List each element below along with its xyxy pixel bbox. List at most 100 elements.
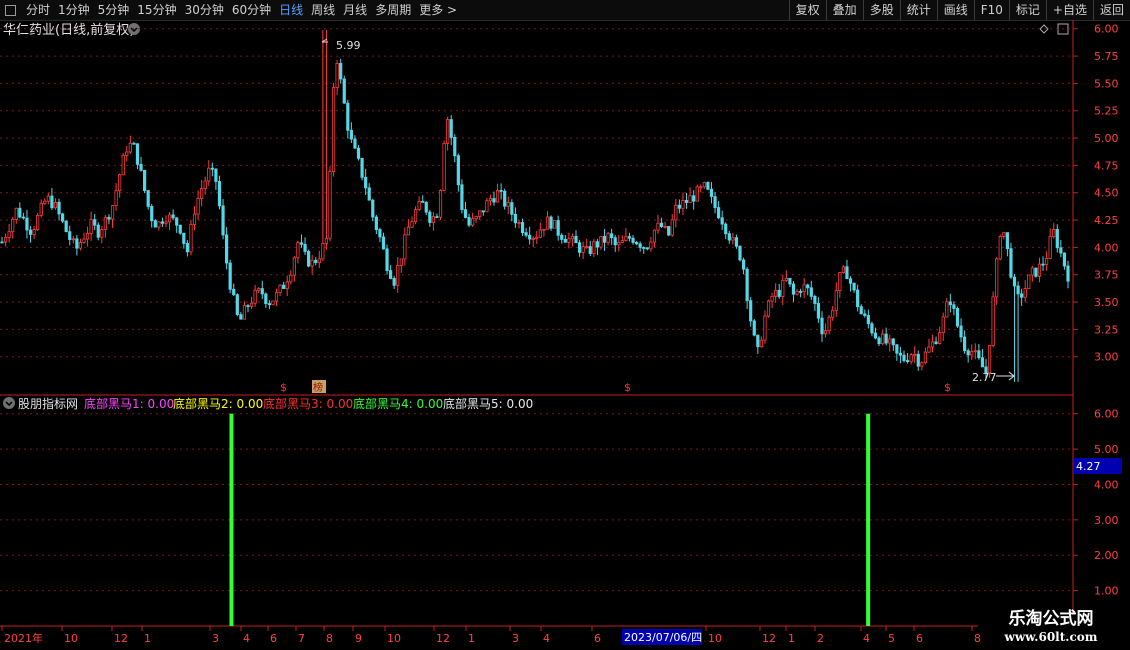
candle-body [210, 167, 214, 170]
candle-body [1034, 267, 1038, 277]
toolbar-button[interactable]: +自选 [1045, 0, 1093, 20]
toolbar-button[interactable]: 多股 [862, 0, 900, 20]
candle-body [235, 294, 239, 315]
tab-period[interactable]: 15分钟 [133, 3, 180, 17]
candle-body [435, 216, 439, 219]
candle-body [282, 284, 286, 289]
marker-bang[interactable]: 榜 [313, 381, 323, 394]
candle-body [346, 102, 350, 131]
candle-body [955, 308, 960, 327]
indicator-tick-label: 2.00 [1094, 549, 1119, 562]
candle-body [257, 288, 261, 291]
indicator-dropdown-icon[interactable] [3, 397, 15, 409]
tab-period[interactable]: 月线 [339, 3, 371, 17]
candle-body [299, 242, 304, 245]
date-tick-label: 12 [114, 632, 128, 645]
candle-body [460, 184, 464, 211]
candle-body [934, 341, 938, 344]
candle-body [863, 313, 867, 316]
price-tick-label: 5.50 [1094, 77, 1119, 90]
tab-period[interactable]: 日线 [275, 3, 307, 17]
candle-body [1052, 229, 1056, 238]
top-toolbar: 分时 1分钟 5分钟 15分钟 30分钟 60分钟 日线 周线 月线 多周期 更多 > 复权 叠加 多股… [0, 0, 1130, 21]
candle-body [121, 155, 125, 176]
candle-body [381, 236, 386, 250]
candle-body [228, 262, 232, 290]
candle-body [328, 171, 332, 239]
toolbar-button[interactable]: 统计 [899, 0, 937, 20]
price-tick-label: 5.00 [1094, 132, 1119, 145]
candle-body [192, 213, 197, 225]
toolbar-button[interactable]: 叠加 [825, 0, 863, 20]
candle-body [267, 303, 271, 306]
candle-body [36, 214, 40, 230]
date-tick-label: 5 [888, 632, 895, 645]
candle-body [7, 231, 11, 238]
candle-body [670, 219, 674, 236]
indicator-series-label: 底部黑马1: 0.00 [84, 396, 174, 411]
candle-body [196, 198, 200, 215]
candle-body [428, 211, 432, 223]
price-tick-label: 3.00 [1094, 351, 1119, 364]
candle-body [421, 200, 425, 203]
tab-period[interactable]: 5分钟 [94, 3, 134, 17]
candle-body [759, 339, 763, 348]
candle-body [848, 278, 853, 284]
candle-body [553, 220, 557, 229]
candle-body [706, 182, 710, 190]
toolbar-button[interactable]: 标记 [1008, 0, 1046, 20]
tab-period[interactable]: 60分钟 [228, 3, 275, 17]
stock-chart: 华仁药业(日线,前复权) 3.00 3.25 3.50 3.75 4.00 4.25 4.5… [0, 20, 1122, 645]
candle-body [592, 241, 596, 254]
candle-body [745, 268, 749, 302]
date-tick-label: 1 [144, 632, 151, 645]
candle-body [488, 198, 493, 202]
tab-period[interactable]: 多周期 [371, 3, 415, 17]
candle-body [852, 282, 856, 291]
candle-body [285, 281, 289, 289]
candle-body [3, 236, 8, 243]
candle-body [577, 242, 582, 253]
candle-body [82, 238, 86, 243]
tab-period[interactable]: 1分钟 [54, 3, 94, 17]
candle-body [659, 222, 664, 227]
toolbar-button[interactable]: 复权 [788, 0, 826, 20]
candle-body [606, 233, 610, 243]
candle-body [453, 136, 457, 157]
window-icon[interactable] [5, 4, 16, 16]
candle-body [1005, 232, 1009, 249]
candle-body [157, 221, 161, 228]
toolbar-button[interactable]: 画线 [936, 0, 974, 20]
tab-period[interactable]: 更多 > [415, 3, 461, 17]
indicator-title: 股朋指标网 [18, 396, 78, 411]
candle-body [1062, 252, 1067, 267]
marker-dollar[interactable]: $ [944, 381, 951, 394]
candle-body [342, 78, 346, 104]
date-tick-label: 2021年 [4, 631, 43, 645]
candle-body [823, 330, 828, 335]
candle-body [481, 210, 485, 213]
candle-body [61, 213, 65, 222]
candle-body [656, 222, 660, 231]
candle-body [784, 277, 788, 281]
tab-period[interactable]: 30分钟 [181, 3, 228, 17]
date-tick-label: 2 [817, 632, 824, 645]
marker-dollar[interactable]: $ [280, 381, 287, 394]
toolbar-button[interactable]: 返回 [1092, 0, 1130, 20]
candle-body [14, 207, 18, 220]
candle-body [132, 142, 136, 145]
price-tick-label: 4.75 [1094, 159, 1119, 172]
tab-period[interactable]: 周线 [307, 3, 339, 17]
tab-period[interactable]: 分时 [22, 3, 54, 17]
candle-body [866, 315, 870, 325]
candle-body [699, 186, 703, 189]
toolbar-button[interactable]: F10 [973, 0, 1009, 20]
candle-body [795, 290, 799, 295]
indicator-series-label: 底部黑马5: 0.00 [443, 396, 533, 411]
date-tick-label: 6 [916, 632, 923, 645]
candle-body [766, 300, 771, 317]
date-tick-label: 6 [594, 632, 601, 645]
candle-body [495, 190, 500, 203]
marker-dollar[interactable]: $ [624, 381, 631, 394]
candle-body [446, 119, 450, 144]
